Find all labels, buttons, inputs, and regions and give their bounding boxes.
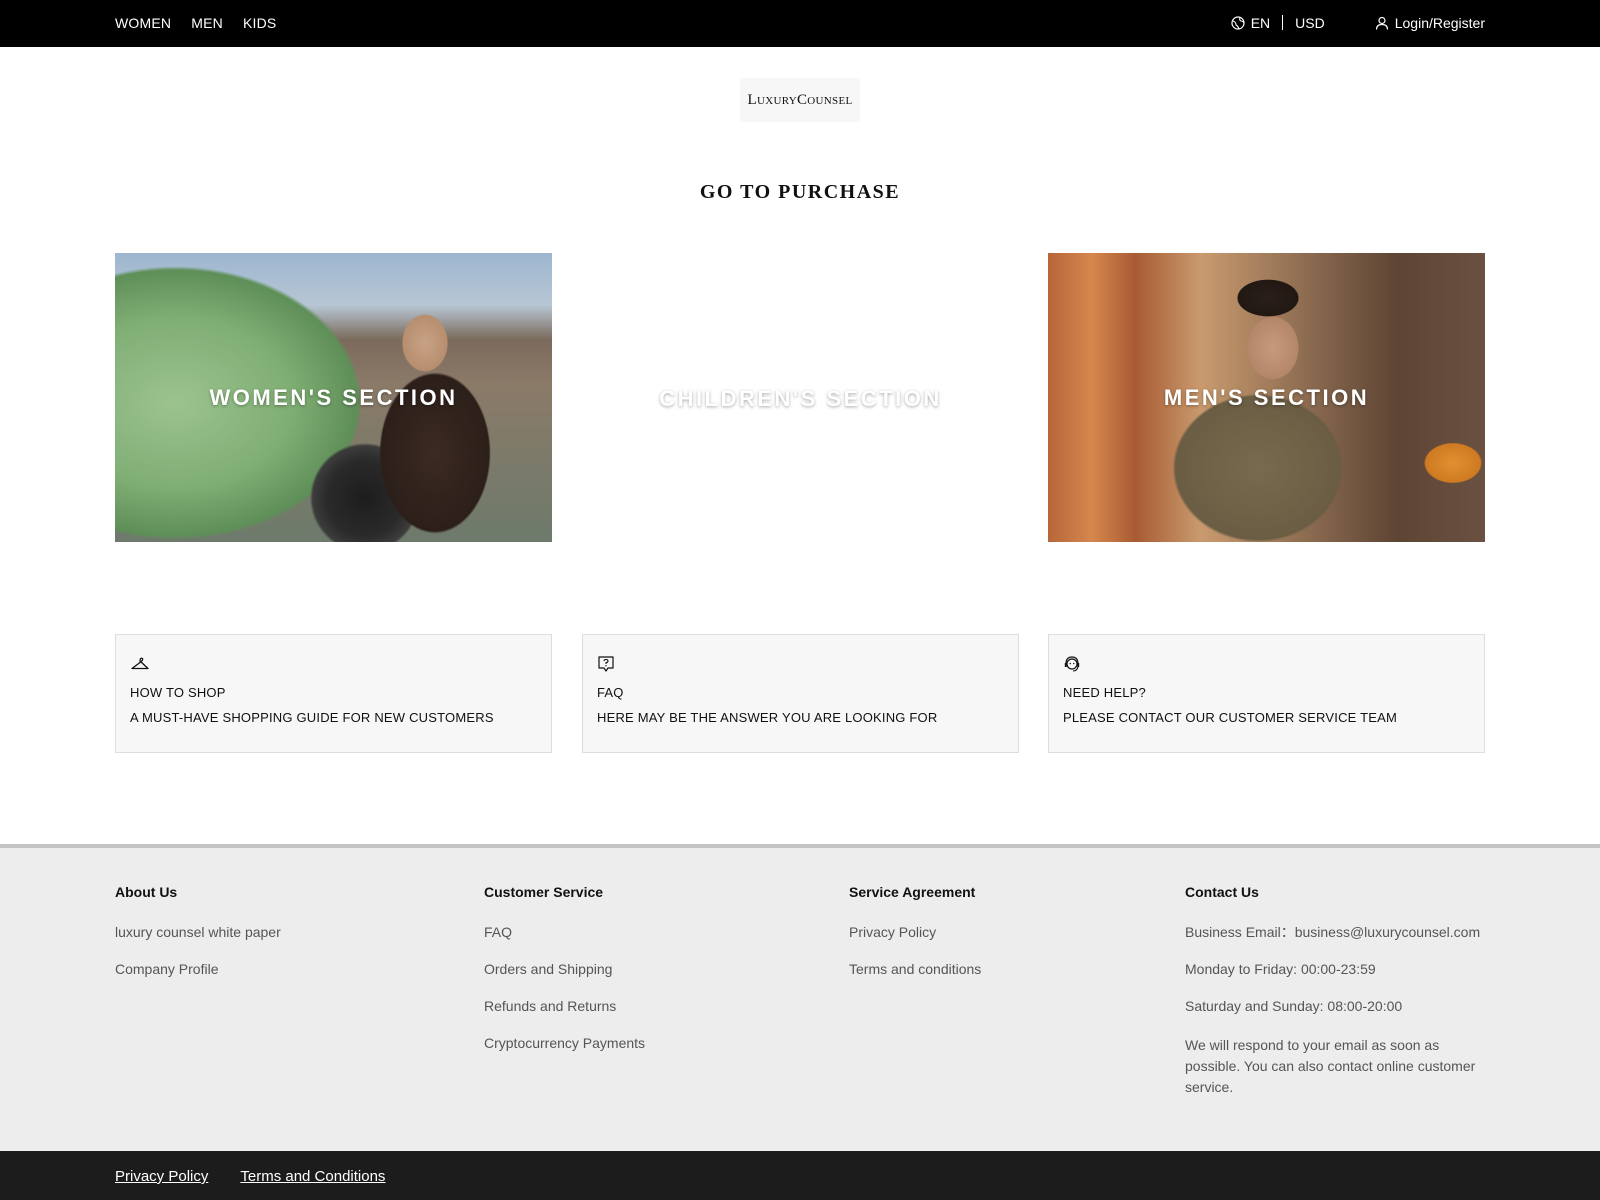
language-selector[interactable]: EN (1231, 15, 1270, 31)
footer-link-white-paper[interactable]: luxury counsel white paper (115, 924, 281, 941)
footer-link-orders-shipping[interactable]: Orders and Shipping (484, 961, 645, 978)
top-bar: WOMEN MEN KIDS EN USD Login/Register (0, 0, 1600, 47)
footer-about-title: About Us (115, 884, 178, 900)
footer-customer-service-column: Customer Service FAQ Orders and Shipping… (484, 884, 645, 1072)
footer-contact-title: Contact Us (1185, 884, 1259, 900)
mens-section-label: MEN'S SECTION (1163, 384, 1370, 410)
contact-note: We will respond to your email as soon as… (1185, 1037, 1476, 1095)
globe-icon (1231, 15, 1245, 30)
footer-contact-column: Contact Us Business Email：business@luxur… (1185, 884, 1495, 1118)
nav-kids-link[interactable]: KIDS (243, 15, 276, 31)
login-register-label: Login/Register (1394, 14, 1485, 31)
footer-customer-service-title: Customer Service (484, 884, 604, 900)
hanger-icon (130, 653, 537, 675)
need-help-title: NEED HELP? (1063, 685, 1146, 700)
contact-weekday-hours: Monday to Friday: 00:00-23:59 (1185, 961, 1376, 977)
childrens-section-card[interactable]: CHILDREN'S SECTION (582, 253, 1019, 544)
how-to-shop-title: HOW TO SHOP (130, 685, 226, 700)
login-register-link[interactable]: Login/Register (1375, 15, 1485, 31)
footer-link-faq[interactable]: FAQ (484, 924, 645, 941)
footer-about-column: About Us luxury counsel white paper Comp… (115, 884, 281, 998)
nav-men-link[interactable]: MEN (191, 15, 223, 31)
womens-section-card[interactable]: WOMEN'S SECTION (115, 253, 552, 542)
site-logo[interactable]: LuxuryCounsel (740, 78, 860, 122)
footer-link-privacy-policy[interactable]: Privacy Policy (849, 924, 981, 941)
divider (1282, 15, 1284, 30)
footer-link-terms[interactable]: Terms and conditions (849, 961, 981, 978)
logo-text: LuxuryCounsel (747, 91, 853, 108)
faq-card[interactable]: FAQ HERE MAY BE THE ANSWER YOU ARE LOOKI… (582, 634, 1019, 753)
site-footer: About Us luxury counsel white paper Comp… (0, 844, 1600, 1151)
need-help-card[interactable]: NEED HELP? PLEASE CONTACT OUR CUSTOMER S… (1048, 634, 1485, 753)
how-to-shop-subtitle: A MUST-HAVE SHOPPING GUIDE FOR NEW CUSTO… (130, 710, 494, 725)
nav-women-link[interactable]: WOMEN (115, 15, 171, 31)
footer-link-company-profile[interactable]: Company Profile (115, 961, 281, 978)
faq-subtitle: HERE MAY BE THE ANSWER YOU ARE LOOKING F… (597, 710, 938, 725)
mens-section-card[interactable]: MEN'S SECTION (1048, 253, 1485, 542)
faq-title: FAQ (597, 685, 624, 700)
how-to-shop-card[interactable]: HOW TO SHOP A MUST-HAVE SHOPPING GUIDE F… (115, 634, 552, 753)
contact-email: Business Email：business@luxurycounsel.co… (1185, 924, 1481, 940)
footer-link-crypto-payments[interactable]: Cryptocurrency Payments (484, 1035, 645, 1052)
footer-agreement-title: Service Agreement (849, 884, 976, 900)
page-heading: GO TO PURCHASE (699, 181, 901, 203)
currency-selector[interactable]: USD (1295, 15, 1325, 31)
user-icon (1375, 16, 1389, 30)
language-label: EN (1250, 14, 1271, 31)
footer-agreement-column: Service Agreement Privacy Policy Terms a… (849, 884, 981, 998)
question-bubble-icon (597, 653, 1004, 675)
main-nav: WOMEN MEN KIDS (115, 0, 276, 45)
need-help-subtitle: PLEASE CONTACT OUR CUSTOMER SERVICE TEAM (1063, 710, 1398, 725)
bottom-bar: Privacy Policy Terms and Conditions (0, 1151, 1600, 1200)
footer-link-refunds-returns[interactable]: Refunds and Returns (484, 998, 645, 1015)
childrens-section-label: CHILDREN'S SECTION (659, 385, 942, 411)
contact-weekend-hours: Saturday and Sunday: 08:00-20:00 (1185, 998, 1403, 1014)
bottom-privacy-policy-link[interactable]: Privacy Policy (115, 1168, 208, 1185)
bottom-terms-link[interactable]: Terms and Conditions (240, 1168, 385, 1185)
womens-section-label: WOMEN'S SECTION (209, 384, 458, 410)
bottom-links: Privacy Policy Terms and Conditions (115, 1168, 385, 1185)
support-agent-icon (1063, 653, 1470, 675)
top-bar-right: EN USD Login/Register (1231, 0, 1485, 45)
